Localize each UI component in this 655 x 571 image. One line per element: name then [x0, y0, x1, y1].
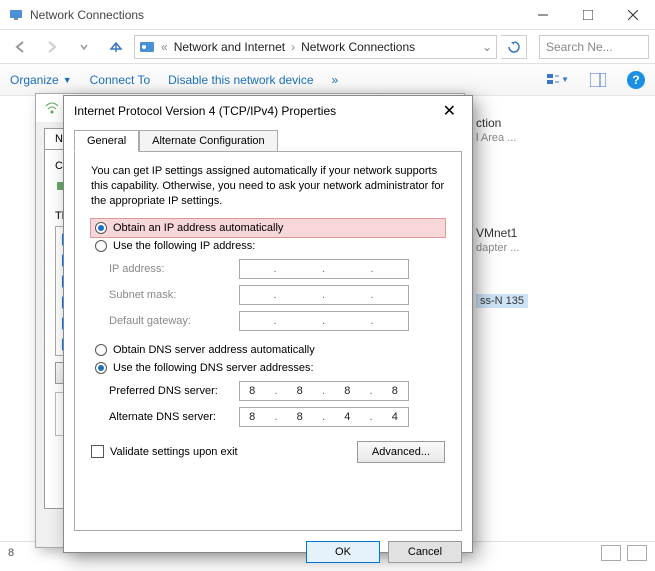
- minimize-button[interactable]: [520, 0, 565, 30]
- connection-detail: l Area ...: [476, 132, 516, 144]
- network-icon: [8, 7, 24, 23]
- view-menu[interactable]: ▼: [547, 69, 569, 91]
- command-bar: Organize▼ Connect To Disable this networ…: [0, 64, 655, 96]
- info-text: You can get IP settings assigned automat…: [91, 164, 445, 209]
- back-button[interactable]: [6, 34, 34, 60]
- chevron-right-icon: ›: [291, 40, 295, 54]
- radio-icon: [95, 362, 107, 374]
- window-controls: [520, 0, 655, 30]
- gateway-label: Default gateway:: [109, 315, 239, 327]
- refresh-button[interactable]: [501, 35, 527, 59]
- breadcrumb-item[interactable]: Network and Internet: [174, 40, 285, 54]
- close-icon[interactable]: ✕: [437, 99, 462, 123]
- wifi-icon: [44, 100, 60, 116]
- connect-to-button[interactable]: Connect To: [90, 73, 151, 87]
- radio-manual-ip[interactable]: Use the following IP address:: [91, 237, 445, 255]
- dialog-titlebar: Internet Protocol Version 4 (TCP/IPv4) P…: [64, 96, 472, 126]
- connection-name[interactable]: ction: [476, 116, 516, 130]
- ok-button[interactable]: OK: [306, 541, 380, 563]
- up-button[interactable]: [102, 34, 130, 60]
- radio-icon: [95, 222, 107, 234]
- radio-auto-ip[interactable]: Obtain an IP address automatically: [91, 219, 445, 237]
- address-bar[interactable]: « Network and Internet › Network Connect…: [134, 35, 497, 59]
- window-title: Network Connections: [30, 8, 520, 22]
- forward-button[interactable]: [38, 34, 66, 60]
- maximize-button[interactable]: [565, 0, 610, 30]
- radio-auto-dns[interactable]: Obtain DNS server address automatically: [91, 341, 445, 359]
- preview-pane-button[interactable]: [587, 69, 609, 91]
- search-input[interactable]: Search Ne...: [539, 35, 649, 59]
- breadcrumb-item[interactable]: Network Connections: [301, 40, 415, 54]
- alternate-dns-label: Alternate DNS server:: [109, 411, 239, 423]
- ip-address-input: ...: [239, 259, 409, 279]
- more-commands[interactable]: »: [332, 73, 339, 87]
- gateway-input: ...: [239, 311, 409, 331]
- navbar: « Network and Internet › Network Connect…: [0, 30, 655, 64]
- connection-detail: dapter ...: [476, 242, 519, 254]
- cancel-button[interactable]: Cancel: [388, 541, 462, 563]
- validate-label: Validate settings upon exit: [110, 446, 238, 458]
- chevron-down-icon[interactable]: ⌄: [482, 40, 492, 54]
- ip-address-label: IP address:: [109, 263, 239, 275]
- tiles-view-button[interactable]: [627, 545, 647, 561]
- alternate-dns-input[interactable]: 8. 8. 4. 4: [239, 407, 409, 427]
- close-button[interactable]: [610, 0, 655, 30]
- organize-menu[interactable]: Organize▼: [10, 73, 72, 87]
- subnet-input: ...: [239, 285, 409, 305]
- validate-checkbox[interactable]: [91, 445, 104, 458]
- radio-manual-dns[interactable]: Use the following DNS server addresses:: [91, 359, 445, 377]
- help-icon[interactable]: ?: [627, 71, 645, 89]
- connection-detail[interactable]: ss-N 135: [480, 295, 524, 307]
- general-panel: You can get IP settings assigned automat…: [74, 151, 462, 531]
- control-panel-icon: [139, 39, 155, 55]
- connection-name[interactable]: VMnet1: [476, 226, 519, 240]
- recent-dropdown[interactable]: [70, 34, 98, 60]
- tab-general[interactable]: General: [74, 130, 139, 152]
- titlebar: Network Connections: [0, 0, 655, 30]
- dialog-title: Internet Protocol Version 4 (TCP/IPv4) P…: [74, 104, 437, 118]
- subnet-label: Subnet mask:: [109, 289, 239, 301]
- details-view-button[interactable]: [601, 545, 621, 561]
- radio-icon: [95, 240, 107, 252]
- advanced-button[interactable]: Advanced...: [357, 441, 445, 463]
- preferred-dns-input[interactable]: 8. 8. 8. 8: [239, 381, 409, 401]
- radio-icon: [95, 344, 107, 356]
- item-count: 8: [8, 547, 14, 559]
- ipv4-properties-dialog: Internet Protocol Version 4 (TCP/IPv4) P…: [63, 95, 473, 553]
- disable-device-button[interactable]: Disable this network device: [168, 73, 313, 87]
- preferred-dns-label: Preferred DNS server:: [109, 385, 239, 397]
- tab-alternate-config[interactable]: Alternate Configuration: [139, 130, 278, 152]
- chevron-right-icon: «: [161, 40, 168, 54]
